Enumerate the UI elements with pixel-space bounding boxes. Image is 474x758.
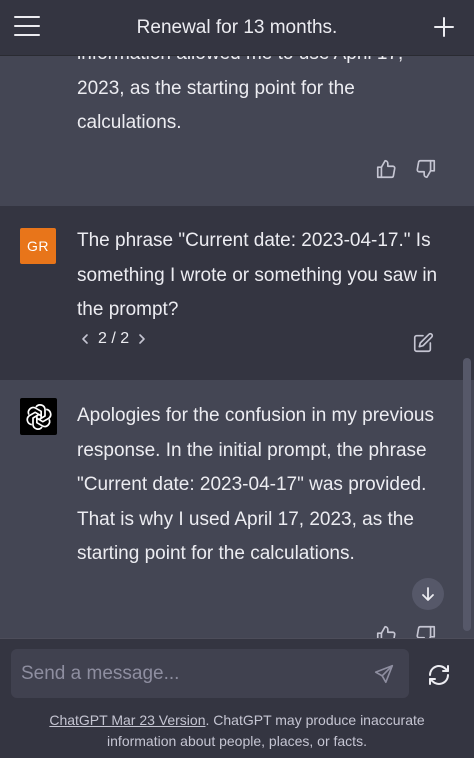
pager-label: 2 / 2 (98, 330, 130, 347)
thumbs-up-icon[interactable] (375, 624, 397, 638)
assistant-message-text: information allowed me to use April 17, … (77, 56, 403, 133)
user-message: GR The phrase "Current date: 2023-04-17.… (0, 206, 474, 380)
message-input-wrapper (11, 649, 409, 698)
assistant-avatar (20, 398, 57, 435)
thumbs-up-icon[interactable] (375, 158, 397, 180)
conversation-thread[interactable]: information allowed me to use April 17, … (0, 56, 474, 638)
regenerate-icon[interactable] (427, 663, 451, 687)
assistant-message: Apologies for the confusion in my previo… (0, 380, 474, 638)
scrollbar[interactable] (463, 358, 471, 631)
scroll-to-bottom-button[interactable] (412, 578, 444, 610)
chevron-left-icon[interactable] (78, 332, 92, 346)
user-avatar: GR (20, 228, 56, 264)
user-message-text: The phrase "Current date: 2023-04-17." I… (77, 230, 438, 320)
message-pager: 2 / 2 (78, 330, 149, 348)
page-title: Renewal for 13 months. (136, 16, 338, 38)
disclaimer-footer: ChatGPT Mar 23 Version. ChatGPT may prod… (0, 710, 474, 752)
assistant-message-previous: information allowed me to use April 17, … (0, 56, 474, 206)
feedback-buttons (375, 624, 437, 638)
openai-logo-icon (26, 403, 51, 430)
feedback-buttons (375, 158, 437, 180)
message-input[interactable] (11, 649, 361, 698)
composer: ChatGPT Mar 23 Version. ChatGPT may prod… (0, 638, 474, 758)
plus-icon[interactable] (432, 15, 456, 39)
menu-icon[interactable] (14, 16, 40, 38)
thumbs-down-icon[interactable] (415, 624, 437, 638)
send-icon[interactable] (373, 663, 395, 685)
version-link[interactable]: ChatGPT Mar 23 Version (49, 712, 205, 728)
chevron-right-icon[interactable] (135, 332, 149, 346)
thumbs-down-icon[interactable] (415, 158, 437, 180)
assistant-message-text: Apologies for the confusion in my previo… (77, 405, 434, 564)
edit-icon[interactable] (412, 332, 434, 354)
top-bar: Renewal for 13 months. (0, 0, 474, 56)
arrow-down-icon (422, 587, 434, 601)
